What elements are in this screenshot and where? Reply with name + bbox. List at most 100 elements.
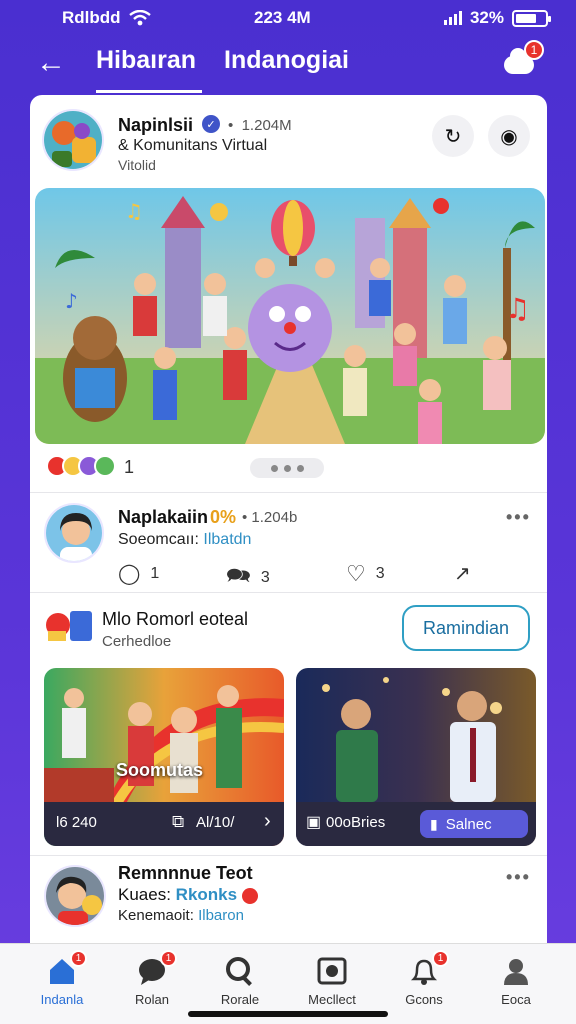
- video-thumb-2[interactable]: ▣ 00oBries ▮ Salnec: [296, 668, 536, 846]
- home-indicator: [188, 1011, 388, 1017]
- section-subtitle: Cerhedloe: [102, 633, 172, 650]
- thumb2-left-text: 00oBries: [326, 814, 386, 831]
- post1-title[interactable]: Napinlsii: [118, 115, 193, 136]
- nav-badge-chat: 1: [160, 950, 177, 967]
- notification-badge: 1: [524, 40, 544, 60]
- heart-icon: ♡: [346, 561, 366, 586]
- post3-avatar[interactable]: [44, 865, 106, 927]
- nav-badge-notifications: 1: [432, 950, 449, 967]
- nav-label-chat: Rolan: [135, 992, 169, 1007]
- status-right: 32%: [443, 8, 551, 28]
- status-time: 223 4M: [254, 8, 311, 27]
- tab-indonesia[interactable]: Indanogiai: [224, 46, 349, 75]
- nav-badge-home: 1: [70, 950, 87, 967]
- flame-icon: [241, 887, 258, 904]
- post1-meta: • 1.204M: [228, 117, 292, 134]
- divider-1: [30, 492, 547, 493]
- post2-title[interactable]: Naplakaiin: [118, 507, 208, 528]
- nav-label-search: Rorale: [220, 992, 260, 1007]
- notification-button[interactable]: 1: [502, 40, 544, 80]
- thumb1-left-text: l6 240: [56, 814, 97, 831]
- avatar-art: [46, 505, 102, 561]
- divider-2: [30, 592, 547, 593]
- post2-meta-value: 1.204b: [251, 509, 298, 526]
- bell-icon: 1: [409, 950, 449, 986]
- thumb1-overlay-title: Soomutas: [116, 760, 204, 780]
- share-circle-button[interactable]: ↻: [432, 115, 474, 157]
- nav-label-home: Indanla: [40, 992, 84, 1007]
- film-icon: ▣: [306, 814, 322, 831]
- post2-badge: 0%: [210, 507, 237, 527]
- carousel-indicator[interactable]: [250, 458, 324, 478]
- post3-more-icon[interactable]: •••: [506, 867, 531, 888]
- more-circle-button[interactable]: ◉: [488, 115, 530, 157]
- status-bar: Rdlbdd 223 4M 32%: [0, 0, 576, 34]
- select-button-label: Salnec: [445, 815, 492, 833]
- post3-line3: Kenemaoit: Ilbaron: [118, 907, 244, 924]
- like-count: 3: [375, 565, 385, 582]
- nav-item-home[interactable]: 1 Indanla: [22, 950, 102, 1007]
- post1-subtitle: & Komunitans Virtual: [118, 137, 268, 154]
- post3-line2-link[interactable]: Rkonks: [176, 885, 237, 904]
- post3-line3-prefix: Kenemaoit:: [118, 907, 194, 924]
- back-arrow-icon[interactable]: ←: [36, 46, 66, 80]
- post1-avatar[interactable]: [42, 109, 104, 171]
- chevron-right-icon[interactable]: ›: [264, 810, 271, 833]
- feed-card: Napinlsii ✓ • 1.204M & Komunitans Virtua…: [30, 95, 547, 955]
- message-action[interactable]: 🗪 3: [226, 561, 270, 595]
- chat-icon: 1: [137, 950, 177, 986]
- video-thumb-1[interactable]: Soomutas l6 240 ⧉ Al/10/ ›: [44, 668, 284, 846]
- home-icon: 1: [47, 950, 87, 986]
- nav-item-notifications[interactable]: 1 Gcons: [384, 950, 464, 1007]
- like-action[interactable]: ♡ 3: [346, 561, 385, 587]
- post2-more-icon[interactable]: •••: [506, 507, 531, 528]
- share-action[interactable]: ↗: [454, 561, 471, 586]
- post2-subtitle-link[interactable]: Ilbatdn: [203, 531, 251, 548]
- post1-meta-value: 1.204M: [241, 117, 292, 134]
- post3-line3-link[interactable]: Ilbaron: [198, 907, 244, 924]
- tab-hiburan[interactable]: Hibaıran: [96, 46, 196, 75]
- post1-hero-image[interactable]: ♫ ♫ ♪: [35, 188, 545, 444]
- refresh-icon: ↻: [444, 125, 462, 148]
- thumb1-right-text: Al/10/: [196, 814, 235, 831]
- share-icon: ↗: [454, 563, 471, 585]
- profile-icon: [501, 956, 531, 986]
- nav-label-media: Mecllect: [308, 992, 356, 1007]
- battery-percent: 32%: [469, 8, 504, 27]
- comment-action[interactable]: ◯ 1: [118, 561, 159, 586]
- svg-text:♪: ♪: [65, 289, 78, 313]
- message-icon: 🗪: [226, 565, 251, 587]
- copy-icon: ⧉: [172, 812, 185, 831]
- svg-text:♫: ♫: [505, 292, 530, 325]
- search-icon: [225, 956, 255, 986]
- nav-item-chat[interactable]: 1 Rolan: [112, 950, 192, 1007]
- post3-line2-prefix: Kuaes:: [118, 885, 171, 904]
- media-icon: [317, 956, 347, 986]
- nav-item-media[interactable]: Mecllect: [292, 952, 372, 1007]
- target-icon: ◉: [500, 125, 518, 148]
- nav-item-search[interactable]: Rorale: [200, 952, 280, 1007]
- avatar-art: [46, 867, 104, 925]
- top-header: ← Hibaıran Indanogiai 1: [0, 36, 576, 93]
- bookmark-icon: ▮: [430, 815, 438, 832]
- message-count: 3: [260, 569, 270, 586]
- post2-subtitle: Soeomcaıı: Ilbatdn: [118, 531, 251, 549]
- nav-item-profile[interactable]: Eoca: [476, 952, 556, 1007]
- post2-subtitle-prefix: Soeomcaıı:: [118, 531, 199, 548]
- reaction-green-icon: [94, 455, 116, 477]
- section-logo-icon: [44, 607, 96, 647]
- select-button[interactable]: ▮ Salnec: [420, 810, 528, 838]
- post2-avatar[interactable]: [44, 503, 104, 563]
- post3-title[interactable]: Remnnnue Teot: [118, 863, 253, 884]
- svg-text:♫: ♫: [125, 199, 143, 223]
- reaction-icons[interactable]: [46, 455, 116, 477]
- divider-3: [30, 855, 547, 856]
- remind-button[interactable]: Ramindian: [402, 605, 530, 651]
- post3-line2: Kuaes: Rkonks: [118, 885, 258, 905]
- carrier-label: Rdlbdd: [62, 8, 121, 27]
- thumb2-bar: ▣ 00oBries ▮ Salnec: [296, 802, 536, 846]
- avatar-art: [44, 111, 102, 169]
- comment-icon: ◯: [118, 563, 141, 585]
- battery-icon: [512, 9, 551, 27]
- signal-icon: [443, 11, 462, 25]
